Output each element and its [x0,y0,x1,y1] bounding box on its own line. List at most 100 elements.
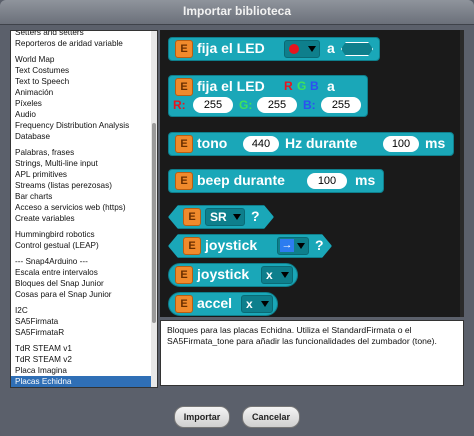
library-list-item[interactable]: TdR STEAM v1 [11,343,151,354]
axis-dropdown: x [261,266,293,284]
block-label: joystick [197,266,250,282]
block-tail: a [327,78,335,94]
library-list-item[interactable]: Animación [11,87,151,98]
block-unit: ms [355,172,376,188]
hex-slot-icon [341,42,373,56]
import-library-dialog: Importar biblioteca Setters and setters R… [0,0,474,436]
g-label: G: [239,98,253,112]
library-list-item[interactable]: Bloques del Snap Junior [11,278,151,289]
library-list-item[interactable]: Bar charts [11,191,151,202]
cancel-button[interactable]: Cancelar [242,406,300,428]
g-value-slot: 255 [257,97,297,113]
red-dot-icon [289,44,299,54]
library-list-item[interactable]: World Map [11,54,151,65]
library-list-item[interactable]: NodeMCU [11,387,151,388]
library-list-item[interactable]: I2C [11,305,151,316]
axis-dropdown: x [241,295,273,313]
library-list-item[interactable]: Text to Speech [11,76,151,87]
block-unit: ms [425,135,446,151]
block-accel-reporter: E accel x [168,292,278,316]
library-list-item[interactable]: Placas Echidna [11,376,151,387]
question-mark: ? [251,208,260,224]
block-tone: E tono 440 Hz durante 100 ms [168,132,454,156]
chevron-down-icon [281,272,289,278]
block-tail: a [327,40,335,56]
library-list-item[interactable]: Text Costumes [11,65,151,76]
echidna-icon: E [175,295,193,313]
axis-option: x [246,297,253,311]
block-set-led-rgb: E fija el LED R G B a R: 255 G: 255 B: 2… [168,75,368,117]
library-list-item[interactable]: Create variables [11,213,151,224]
chevron-down-icon [297,243,305,249]
library-list[interactable]: Setters and setters Reporteros de aridad … [10,30,158,388]
library-list-item[interactable]: Píxeles [11,98,151,109]
library-list-item[interactable]: --- Snap4Arduino --- [11,256,151,267]
chevron-down-icon [308,46,316,52]
dialog-title: Importar biblioteca [182,4,292,18]
b-value-slot: 255 [321,97,361,113]
library-list-item[interactable]: Acceso a servicios web (https) [11,202,151,213]
library-list-item[interactable]: Streams (listas perezosas) [11,180,151,191]
sensor-dropdown: SR [205,208,245,226]
dialog-footer: Importar Cancelar [0,390,474,436]
library-list-item[interactable]: Escala entre intervalos [11,267,151,278]
block-label: tono [197,135,228,151]
sensor-option: SR [210,210,227,224]
duration-slot: 100 [307,173,347,189]
preview-scrollbar[interactable] [460,30,464,317]
library-list-items: Setters and setters Reporteros de aridad … [11,31,151,388]
echidna-icon: E [175,172,193,190]
direction-dropdown: → [277,237,309,255]
block-sensor-predicate: E SR ? [168,205,274,229]
duration-slot: 100 [383,136,419,152]
echidna-icon: E [175,78,193,96]
library-list-item[interactable]: Placa Imagina [11,365,151,376]
block-label: joystick [205,237,258,253]
echidna-icon: E [183,208,201,226]
library-list-item[interactable]: Audio [11,109,151,120]
block-label: fija el LED [197,78,265,94]
library-list-item[interactable]: Hummingbird robotics [11,229,151,240]
library-list-item[interactable]: Database [11,131,151,142]
echidna-icon: E [183,237,201,255]
scrollbar-thumb[interactable] [152,123,156,323]
block-label: accel [197,295,233,311]
block-beep: E beep durante 100 ms [168,169,384,193]
axis-option: x [266,268,273,282]
block-label: beep durante [197,172,285,188]
arrow-right-icon: → [281,239,293,251]
library-list-item[interactable]: Frequency Distribution Analysis [11,120,151,131]
r-label: R: [173,98,186,112]
library-list-item[interactable]: Control gestual (LEAP) [11,240,151,251]
question-mark: ? [315,237,324,253]
library-list-item[interactable]: SA5FirmataR [11,327,151,338]
library-list-scrollbar[interactable] [151,31,157,387]
library-list-item[interactable]: Setters and setters [11,31,151,38]
b-letter: B [310,79,319,93]
library-list-item[interactable]: APL primitives [11,169,151,180]
r-value-slot: 255 [193,97,233,113]
block-joystick-predicate: E joystick → ? [168,234,332,258]
library-list-item[interactable]: TdR STEAM v2 [11,354,151,365]
title-bar[interactable]: Importar biblioteca [0,0,474,25]
library-list-item[interactable]: Palabras, frases [11,147,151,158]
g-letter: G [297,79,307,93]
block-mid-label: Hz durante [285,135,358,151]
chevron-down-icon [261,301,269,307]
import-button[interactable]: Importar [174,406,230,428]
library-list-item[interactable]: Reporteros de aridad variable [11,38,151,49]
block-set-led: E fija el LED a [168,37,380,61]
chevron-down-icon [233,214,241,220]
block-label: fija el LED [197,40,265,56]
echidna-icon: E [175,135,193,153]
r-letter: R [284,79,293,93]
color-dropdown [284,40,320,58]
library-list-item[interactable]: Strings, Multi-line input [11,158,151,169]
b-label: B: [303,98,316,112]
library-list-item[interactable]: SA5Firmata [11,316,151,327]
library-preview: E fija el LED a E fija el LED R G B a R:… [160,30,464,317]
echidna-icon: E [175,40,193,58]
library-list-item[interactable]: Cosas para el Snap Junior [11,289,151,300]
echidna-icon: E [175,266,193,284]
frequency-slot: 440 [243,136,279,152]
